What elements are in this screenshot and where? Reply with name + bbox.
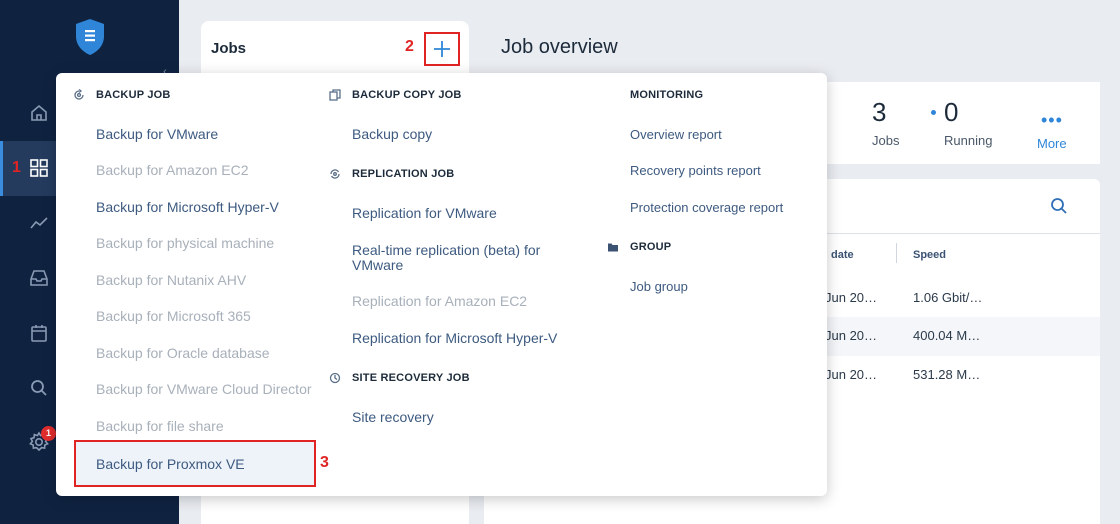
table-cell-date: Jun 20… bbox=[825, 367, 878, 382]
column-header-date[interactable]: date bbox=[831, 249, 854, 261]
inbox-icon[interactable] bbox=[26, 265, 52, 291]
menu-item-recovery-points-report[interactable]: Recovery points report bbox=[630, 163, 761, 178]
column-separator bbox=[896, 243, 897, 263]
jobs-count-value: 3 bbox=[872, 97, 887, 127]
menu-item-backup-hyper-v[interactable]: Backup for Microsoft Hyper-V bbox=[96, 200, 279, 215]
running-status-dot bbox=[931, 110, 936, 115]
table-cell-speed: 531.28 M… bbox=[913, 367, 981, 382]
calendar-icon[interactable] bbox=[26, 320, 52, 346]
menu-item-protection-coverage-report[interactable]: Protection coverage report bbox=[630, 200, 783, 215]
running-count-value: 0 bbox=[944, 97, 959, 127]
backup-copy-section-title: BACKUP COPY JOB bbox=[352, 89, 462, 101]
home-icon[interactable] bbox=[26, 100, 52, 126]
replication-job-icon bbox=[330, 169, 340, 179]
replication-section-title: REPLICATION JOB bbox=[352, 168, 455, 180]
search-icon[interactable] bbox=[26, 375, 52, 401]
jobs-count-label: Jobs bbox=[872, 133, 900, 148]
plus-icon bbox=[434, 41, 450, 57]
table-header-divider bbox=[823, 233, 1100, 234]
table-cell-date: Jun 20… bbox=[825, 328, 878, 343]
menu-item-backup-vmware[interactable]: Backup for VMware bbox=[96, 127, 218, 142]
menu-item-overview-report[interactable]: Overview report bbox=[630, 127, 722, 142]
monitoring-section-title: MONITORING bbox=[630, 89, 704, 101]
menu-item-backup-oracle: Backup for Oracle database bbox=[96, 345, 270, 361]
folder-icon bbox=[608, 243, 618, 252]
table-search-icon[interactable] bbox=[1049, 196, 1069, 216]
menu-item-backup-amazon-ec2: Backup for Amazon EC2 bbox=[96, 162, 249, 178]
add-job-button[interactable] bbox=[424, 32, 460, 66]
annotation-step-2: 2 bbox=[405, 38, 414, 55]
table-cell-speed: 400.04 M… bbox=[913, 328, 981, 343]
menu-item-realtime-replication[interactable]: Real-time replication (beta) for VMware bbox=[352, 243, 562, 273]
jobs-panel-title: Jobs bbox=[211, 40, 247, 57]
more-label[interactable]: More bbox=[1037, 136, 1067, 151]
menu-item-backup-physical: Backup for physical machine bbox=[96, 235, 275, 251]
more-icon[interactable]: ••• bbox=[1041, 110, 1063, 131]
table-cell-date: Jun 20… bbox=[825, 290, 878, 305]
menu-item-site-recovery[interactable]: Site recovery bbox=[352, 410, 434, 425]
menu-item-label: Backup for Proxmox VE bbox=[96, 456, 245, 472]
analytics-icon[interactable] bbox=[26, 210, 52, 236]
column-header-speed[interactable]: Speed bbox=[913, 249, 946, 261]
group-section-title: GROUP bbox=[630, 241, 672, 253]
backup-job-icon bbox=[74, 89, 84, 100]
dashboard-grid-icon[interactable] bbox=[26, 155, 52, 181]
annotation-step-3: 3 bbox=[320, 454, 329, 471]
settings-notification-badge: 1 bbox=[41, 426, 56, 441]
menu-item-backup-proxmox[interactable]: Backup for Proxmox VE bbox=[74, 440, 316, 487]
annotation-step-1: 1 bbox=[12, 159, 21, 176]
menu-item-backup-file-share: Backup for file share bbox=[96, 418, 224, 434]
site-recovery-section-title: SITE RECOVERY JOB bbox=[352, 372, 470, 384]
backup-copy-icon bbox=[329, 89, 341, 101]
page-title: Job overview bbox=[501, 36, 618, 58]
menu-item-job-group[interactable]: Job group bbox=[630, 279, 688, 294]
menu-item-backup-vcd: Backup for VMware Cloud Director bbox=[96, 381, 312, 397]
backup-job-section-title: BACKUP JOB bbox=[96, 89, 171, 101]
menu-item-backup-nutanix: Backup for Nutanix AHV bbox=[96, 272, 247, 288]
menu-item-replication-hyper-v[interactable]: Replication for Microsoft Hyper-V bbox=[352, 331, 557, 346]
menu-item-backup-microsoft-365: Backup for Microsoft 365 bbox=[96, 308, 251, 324]
running-count-label: Running bbox=[944, 133, 993, 148]
site-recovery-icon bbox=[329, 372, 341, 384]
menu-item-replication-vmware[interactable]: Replication for VMware bbox=[352, 206, 497, 221]
table-cell-speed: 1.06 Gbit/… bbox=[913, 290, 983, 305]
menu-item-replication-ec2: Replication for Amazon EC2 bbox=[352, 293, 528, 309]
shield-logo-icon[interactable] bbox=[74, 18, 106, 56]
menu-item-backup-copy[interactable]: Backup copy bbox=[352, 127, 432, 142]
nav-active-bar bbox=[0, 141, 3, 196]
